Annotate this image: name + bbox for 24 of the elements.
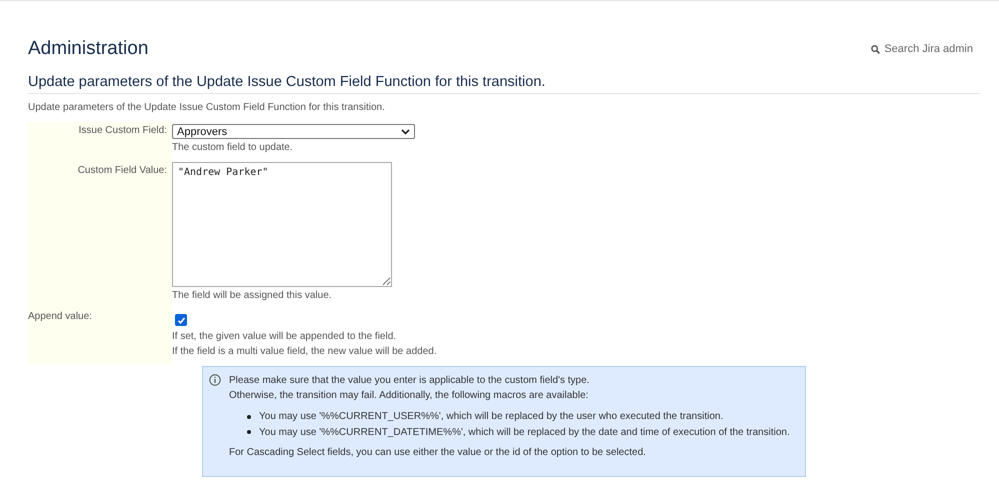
value-textarea[interactable]: "Andrew Parker" [172,162,392,287]
bullet-icon [247,414,251,419]
section-title: Update parameters of the Update Issue Custom Field Function for this transition. [28,74,980,94]
help-text: If the field is a multi value field, the new value will be added. [172,346,437,358]
section-description: Update parameters of the Update Issue Custom Field Function for this transition. [28,102,386,113]
custom-field-select[interactable]: Approvers [172,124,415,139]
info-icon [209,374,221,386]
page-title: Administration [28,38,148,60]
info-text: For Cascading Select fields, you can use either the value or the id of the option to be selected. [229,446,647,460]
help-text: If set, the given value will be appended to the field. [172,331,398,343]
chevron-down-icon [401,128,410,134]
search-icon [871,44,880,54]
append-checkbox[interactable] [175,314,187,326]
info-text: You may use '%%CURRENT_USER%%', which will be replaced by the user who executed the transition. [259,410,724,424]
info-text: Otherwise, the transition may fail. Additionally, the following macros are available: [229,388,590,402]
field-label: Append value: [28,311,92,322]
help-text: The field will be assigned this value. [172,290,333,302]
field-label: Custom Field Value: [78,165,167,176]
info-text: Please make sure that the value you enter is applicable to the custom field's type. [229,374,590,388]
info-text: You may use '%%CURRENT_DATETIME%%', which will be replaced by the date and time of execution of the transition. [259,426,790,440]
field-label: Issue Custom Field: [78,125,167,136]
search-link[interactable]: Search Jira admin [871,43,973,55]
help-text: The custom field to update. [172,142,294,154]
bullet-icon [247,430,251,434]
